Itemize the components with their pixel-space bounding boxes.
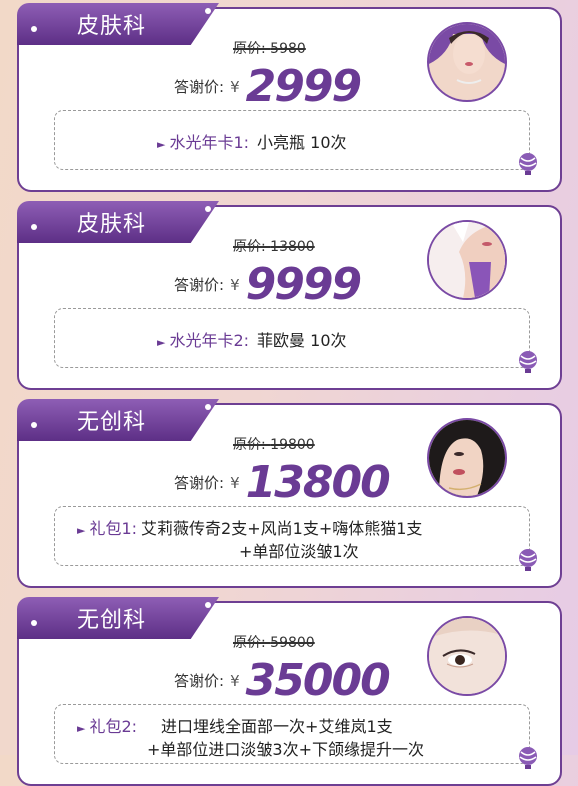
deal-price-label: 答谢价: [174, 276, 225, 294]
category-tag: 皮肤科 [17, 3, 219, 45]
category-label: 皮肤科 [77, 14, 147, 39]
dot-decoration [31, 26, 37, 32]
deal-price-row: 答谢价: ¥2999 [174, 61, 362, 112]
package-label: 水光年卡2: [169, 331, 250, 350]
category-label: 皮肤科 [77, 212, 147, 237]
currency-symbol: ¥ [230, 671, 240, 690]
product-card[interactable]: 皮肤科 原价: 13800 答谢价: ¥9999 ► 水光年卡2: 菲欧曼 10次 [17, 201, 562, 390]
hot-air-balloon-icon [519, 549, 537, 571]
package-text: 进口埋线全面部一次+艾维岚1支 [161, 717, 393, 736]
hot-air-balloon-icon [519, 747, 537, 769]
product-card[interactable]: 皮肤科 原价: 5980 答谢价: ¥2999 ► 水光年卡1: 小亮瓶 10次 [17, 3, 562, 192]
original-price: 原价: 5980 [233, 41, 306, 57]
face-photo-icon [427, 616, 507, 696]
package-line-2: +单部位进口淡皱3次+下颌缘提升一次 [147, 740, 424, 759]
triangle-right-icon: ► [157, 138, 166, 151]
original-price-value: 59800 [270, 635, 315, 651]
package-line: ► 水光年卡2: 菲欧曼 10次 [157, 327, 347, 351]
dot-decoration [31, 422, 37, 428]
package-details: ► 水光年卡2: 菲欧曼 10次 [54, 308, 530, 368]
category-tag: 无创科 [17, 399, 219, 441]
deal-price-label: 答谢价: [174, 78, 225, 96]
package-text: 菲欧曼 10次 [257, 331, 347, 350]
currency-symbol: ¥ [230, 77, 240, 96]
deal-price-value: 35000 [245, 655, 391, 706]
original-price-label: 原价 [233, 41, 261, 57]
original-price: 原价: 59800 [233, 635, 315, 651]
package-line-2: +单部位淡皱1次 [239, 542, 359, 561]
package-details: ► 礼包1: 艾莉薇传奇2支+风尚1支+嗨体熊猫1支 +单部位淡皱1次 [54, 506, 530, 566]
package-label: 礼包1: [89, 519, 138, 538]
package-line: ► 礼包1: 艾莉薇传奇2支+风尚1支+嗨体熊猫1支 [77, 515, 422, 539]
dot-decoration [31, 620, 37, 626]
triangle-right-icon: ► [157, 336, 166, 349]
currency-symbol: ¥ [230, 275, 240, 294]
original-price-value: 19800 [270, 437, 315, 453]
deal-price-row: 答谢价: ¥13800 [174, 457, 391, 508]
original-price-label: 原价 [233, 635, 261, 651]
package-text: 小亮瓶 10次 [257, 133, 347, 152]
currency-symbol: ¥ [230, 473, 240, 492]
original-price: 原价: 13800 [233, 239, 315, 255]
deal-price-row: 答谢价: ¥35000 [174, 655, 391, 706]
original-price-label: 原价 [233, 437, 261, 453]
hot-air-balloon-icon [519, 351, 537, 373]
dot-decoration [31, 224, 37, 230]
dot-decoration [205, 8, 211, 14]
product-card[interactable]: 无创科 原价: 59800 答谢价: ¥35000 ► 礼包2: 进口埋线全面部一次+… [17, 597, 562, 786]
deal-price-label: 答谢价: [174, 672, 225, 690]
original-price-value: 5980 [270, 41, 306, 57]
package-line: ► 水光年卡1: 小亮瓶 10次 [157, 129, 347, 153]
package-line: ► 礼包2: 进口埋线全面部一次+艾维岚1支 [77, 713, 393, 737]
dot-decoration [205, 404, 211, 410]
deal-price-value: 13800 [245, 457, 391, 508]
category-label: 无创科 [77, 608, 147, 633]
package-text: 艾莉薇传奇2支+风尚1支+嗨体熊猫1支 [141, 519, 423, 538]
package-label: 水光年卡1: [169, 133, 250, 152]
deal-price-value: 2999 [245, 61, 362, 112]
triangle-right-icon: ► [77, 722, 86, 735]
hot-air-balloon-icon [519, 153, 537, 175]
package-label: 礼包2: [89, 717, 138, 736]
original-price-label: 原价 [233, 239, 261, 255]
dot-decoration [205, 602, 211, 608]
category-tag: 皮肤科 [17, 201, 219, 243]
category-label: 无创科 [77, 410, 147, 435]
face-photo-icon [427, 22, 507, 102]
original-price: 原价: 19800 [233, 437, 315, 453]
dot-decoration [205, 206, 211, 212]
face-photo-icon [427, 220, 507, 300]
package-details: ► 水光年卡1: 小亮瓶 10次 [54, 110, 530, 170]
deal-price-value: 9999 [245, 259, 362, 310]
triangle-right-icon: ► [77, 524, 86, 537]
category-tag: 无创科 [17, 597, 219, 639]
deal-price-label: 答谢价: [174, 474, 225, 492]
package-details: ► 礼包2: 进口埋线全面部一次+艾维岚1支 +单部位进口淡皱3次+下颌缘提升一次 [54, 704, 530, 764]
product-card[interactable]: 无创科 原价: 19800 答谢价: ¥13800 ► 礼包1: 艾莉薇传奇2支+风尚… [17, 399, 562, 588]
deal-price-row: 答谢价: ¥9999 [174, 259, 362, 310]
original-price-value: 13800 [270, 239, 315, 255]
face-photo-icon [427, 418, 507, 498]
